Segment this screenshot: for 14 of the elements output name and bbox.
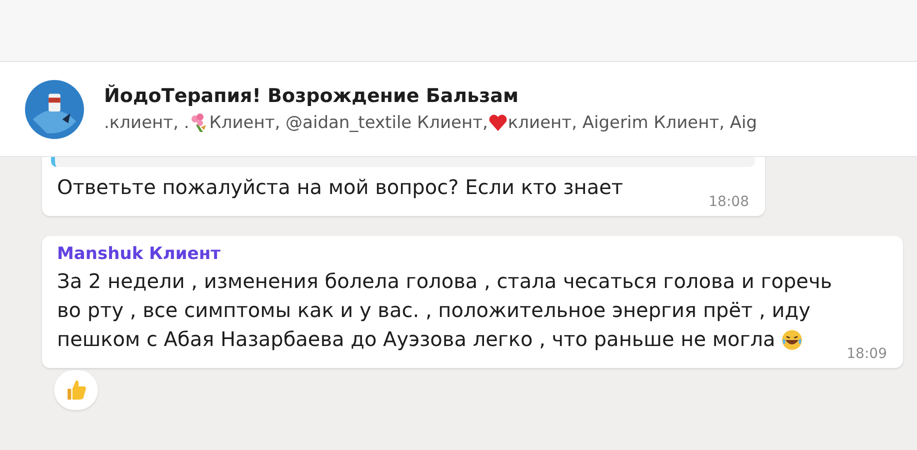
group-avatar[interactable] [25, 80, 84, 138]
message-line: пешком с Абая Назарбаева до Ауэзова легко , что раньше не могла [57, 326, 776, 353]
member-list: .клиент, . [104, 113, 190, 133]
message-line: Ответьте пожалуйста на мой вопрос? Если кто знает [57, 174, 624, 201]
message-time: 18:08 [708, 194, 749, 210]
message-time: 18:09 [846, 346, 887, 362]
message-line: За 2 недели , изменения болела голова , стала чесаться голова и горечь [57, 268, 832, 295]
laughing-face-icon [781, 328, 804, 350]
member-list: клиент, Aigerim Клиент, Aig [508, 113, 758, 133]
chat-title: ЙодоТерапия! Возрождение Бальзам [104, 85, 520, 107]
message-line: во рту , все симптомы как и у вас. , положительное энергия прёт , иду [57, 297, 810, 324]
member-list: Клиент, @aidan_textile Клиент, [209, 113, 488, 133]
heart-icon [488, 113, 508, 133]
sender-name: Manshuk Клиент [57, 244, 222, 264]
